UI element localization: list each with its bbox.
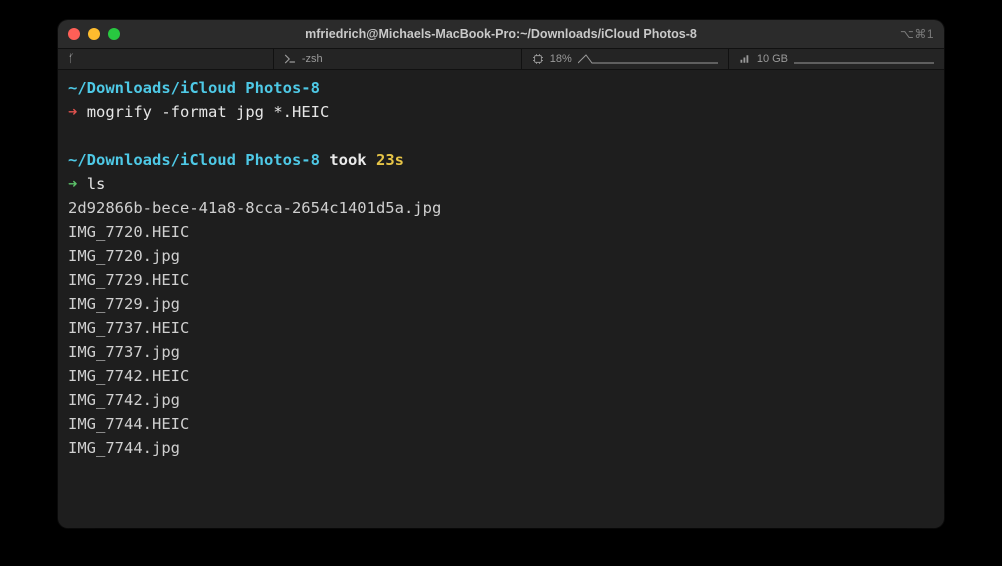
- window-title: mfriedrich@Michaels-MacBook-Pro:~/Downlo…: [58, 27, 944, 41]
- status-seg-network[interactable]: 10 GB: [729, 49, 944, 69]
- prompt-arrow-icon: ➜: [68, 103, 77, 121]
- shell-name: -zsh: [302, 53, 323, 65]
- shortcut-hint: ⌥⌘1: [900, 27, 934, 41]
- list-item: IMG_7742.jpg: [68, 391, 180, 409]
- net-sparkline: [794, 52, 934, 66]
- prompt-icon: [284, 53, 296, 65]
- traffic-lights: [68, 28, 120, 40]
- list-item: IMG_7729.jpg: [68, 295, 180, 313]
- command-2: ls: [87, 175, 106, 193]
- cpu-percent: 18%: [550, 53, 572, 65]
- list-item: 2d92866b-bece-41a8-8cca-2654c1401d5a.jpg: [68, 199, 441, 217]
- list-item: IMG_7744.jpg: [68, 439, 180, 457]
- close-icon[interactable]: [68, 28, 80, 40]
- command-1: mogrify -format jpg *.HEIC: [87, 103, 330, 121]
- zoom-icon[interactable]: [108, 28, 120, 40]
- list-item: IMG_7720.jpg: [68, 247, 180, 265]
- cpu-sparkline: [578, 52, 718, 66]
- list-item: IMG_7737.jpg: [68, 343, 180, 361]
- list-item: IMG_7720.HEIC: [68, 223, 189, 241]
- status-seg-branch[interactable]: ᚶ: [58, 49, 274, 69]
- list-item: IMG_7737.HEIC: [68, 319, 189, 337]
- terminal-window: mfriedrich@Michaels-MacBook-Pro:~/Downlo…: [58, 20, 944, 528]
- prompt-cwd: ~/Downloads/iCloud Photos-8: [68, 79, 320, 97]
- took-label: took: [329, 151, 366, 169]
- minimize-icon[interactable]: [88, 28, 100, 40]
- net-label: 10 GB: [757, 53, 788, 65]
- status-seg-shell[interactable]: -zsh: [274, 49, 522, 69]
- git-branch-icon: ᚶ: [68, 53, 75, 65]
- prompt-cwd: ~/Downloads/iCloud Photos-8: [68, 151, 320, 169]
- chip-icon: [532, 53, 544, 65]
- prompt-arrow-icon: ➜: [68, 175, 77, 193]
- list-item: IMG_7729.HEIC: [68, 271, 189, 289]
- status-bar: ᚶ -zsh 18% 10 GB: [58, 48, 944, 70]
- list-item: IMG_7744.HEIC: [68, 415, 189, 433]
- network-bars-icon: [739, 53, 751, 65]
- terminal-body[interactable]: ~/Downloads/iCloud Photos-8 ➜ mogrify -f…: [58, 70, 944, 528]
- list-item: IMG_7742.HEIC: [68, 367, 189, 385]
- took-duration: 23s: [376, 151, 404, 169]
- titlebar[interactable]: mfriedrich@Michaels-MacBook-Pro:~/Downlo…: [58, 20, 944, 48]
- status-seg-cpu[interactable]: 18%: [522, 49, 729, 69]
